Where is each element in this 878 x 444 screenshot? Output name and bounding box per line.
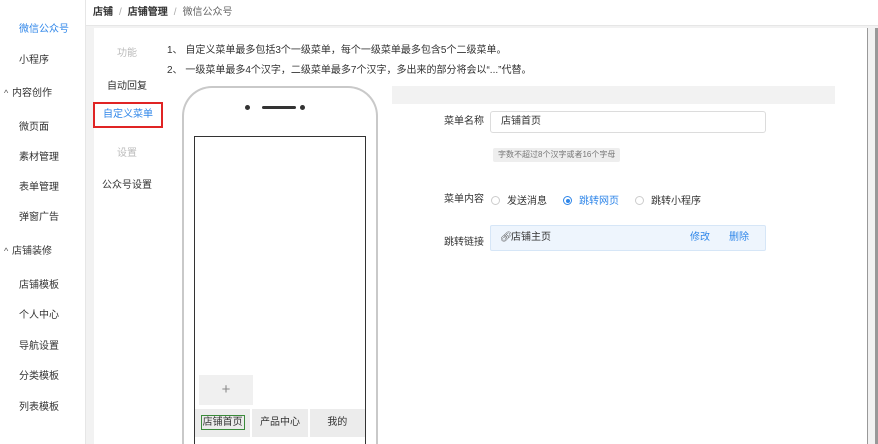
radio-circle-icon <box>635 196 644 205</box>
add-menu-button[interactable]: + <box>199 375 253 405</box>
breadcrumb-separator: / <box>173 7 177 18</box>
sensor-dot-icon <box>300 105 305 110</box>
sidebar-item-user-center[interactable]: 个人中心 <box>0 306 86 321</box>
speaker-icon <box>262 106 296 109</box>
jump-link-value[interactable]: 店铺主页 <box>511 226 551 250</box>
sidebar-item-nav-settings[interactable]: 导航设置 <box>0 337 86 352</box>
menu-name-input[interactable]: 店铺首页 <box>490 111 766 133</box>
subnav-heading-settings: 设置 <box>117 148 137 159</box>
phone-menu-bar: 店铺首页 产品中心 我的 <box>195 409 365 437</box>
menu-tab-label: 店铺首页 <box>200 415 245 430</box>
sidebar: 微信公众号 小程序 ^ 内容创作 微页面 素材管理 表单管理 弹窗广告 ^ 店铺装修… <box>0 0 86 444</box>
sidebar-item-shop-templates[interactable]: 店铺模板 <box>0 276 86 291</box>
sidebar-group-label: 店铺装修 <box>12 246 52 257</box>
subnav-item-custom-menu[interactable]: 自定义菜单 <box>93 102 163 128</box>
form-header-bar <box>392 86 835 104</box>
radio-label: 跳转小程序 <box>651 196 701 207</box>
breadcrumb-shop-management[interactable]: 店铺管理 <box>128 7 168 18</box>
sidebar-item-popup-ads[interactable]: 弹窗广告 <box>0 208 86 223</box>
jump-link-box: 🔗︎ 店铺主页 修改 删除 <box>490 225 766 251</box>
radio-jump-webpage[interactable]: 跳转网页 <box>563 192 619 207</box>
sidebar-item-micro-page[interactable]: 微页面 <box>0 118 86 133</box>
caret-up-icon: ^ <box>4 246 9 256</box>
radio-circle-icon <box>563 196 572 205</box>
subnav-heading-features: 功能 <box>117 48 137 59</box>
jump-link-label: 跳转链接 <box>444 237 484 248</box>
note-rule-2: 2、 一级菜单最多4个汉字，二级菜单最多7个汉字，多出来的部分将会以“...”代… <box>167 65 532 76</box>
edit-link-button[interactable]: 修改 <box>690 226 710 250</box>
sidebar-item-wechat-official[interactable]: 微信公众号 <box>0 20 86 35</box>
menu-tab-label: 我的 <box>327 417 348 428</box>
radio-send-message[interactable]: 发送消息 <box>491 192 547 207</box>
menu-name-hint: 字数不超过8个汉字或者16个字母 <box>493 148 621 162</box>
content-panel: 功能 自动回复 自定义菜单 设置 公众号设置 1、 自定义菜单最多包括3个一级菜… <box>93 28 868 444</box>
sidebar-item-category-templates[interactable]: 分类模板 <box>0 367 86 382</box>
sidebar-item-list-templates[interactable]: 列表模板 <box>0 398 86 413</box>
phone-preview: + 店铺首页 产品中心 我的 <box>182 86 378 444</box>
note-rule-1: 1、 自定义菜单最多包括3个一级菜单，每个一级菜单最多包含5个二级菜单。 <box>167 45 507 56</box>
menu-tab-shop-home[interactable]: 店铺首页 <box>195 409 251 437</box>
delete-link-button[interactable]: 删除 <box>729 226 749 250</box>
menu-tab-mine[interactable]: 我的 <box>309 409 365 437</box>
breadcrumb-shop[interactable]: 店铺 <box>93 7 113 18</box>
sidebar-group-label: 内容创作 <box>12 88 52 99</box>
sidebar-group-decoration[interactable]: ^ 店铺装修 <box>0 242 86 257</box>
menu-name-label: 菜单名称 <box>444 116 484 127</box>
radio-jump-mini-program[interactable]: 跳转小程序 <box>635 192 701 207</box>
radio-label: 跳转网页 <box>579 196 619 207</box>
menu-tab-products[interactable]: 产品中心 <box>252 409 308 437</box>
breadcrumb-separator: / <box>119 7 122 18</box>
caret-up-icon: ^ <box>4 88 9 98</box>
sidebar-item-materials[interactable]: 素材管理 <box>0 148 86 163</box>
subnav-item-auto-reply[interactable]: 自动回复 <box>94 77 160 92</box>
sidebar-group-content[interactable]: ^ 内容创作 <box>0 84 86 99</box>
subnav-item-account-settings[interactable]: 公众号设置 <box>94 176 160 191</box>
breadcrumb-current: 微信公众号 <box>182 7 233 18</box>
sidebar-item-mini-program[interactable]: 小程序 <box>0 51 86 66</box>
menu-content-label: 菜单内容 <box>444 194 484 205</box>
radio-circle-icon <box>491 196 500 205</box>
phone-screen: + 店铺首页 产品中心 我的 <box>194 136 366 444</box>
camera-dot-icon <box>245 105 250 110</box>
radio-label: 发送消息 <box>507 196 547 207</box>
sidebar-item-forms[interactable]: 表单管理 <box>0 178 86 193</box>
menu-tab-label: 产品中心 <box>259 417 300 428</box>
breadcrumb: 店铺 / 店铺管理 / 微信公众号 <box>86 0 878 26</box>
